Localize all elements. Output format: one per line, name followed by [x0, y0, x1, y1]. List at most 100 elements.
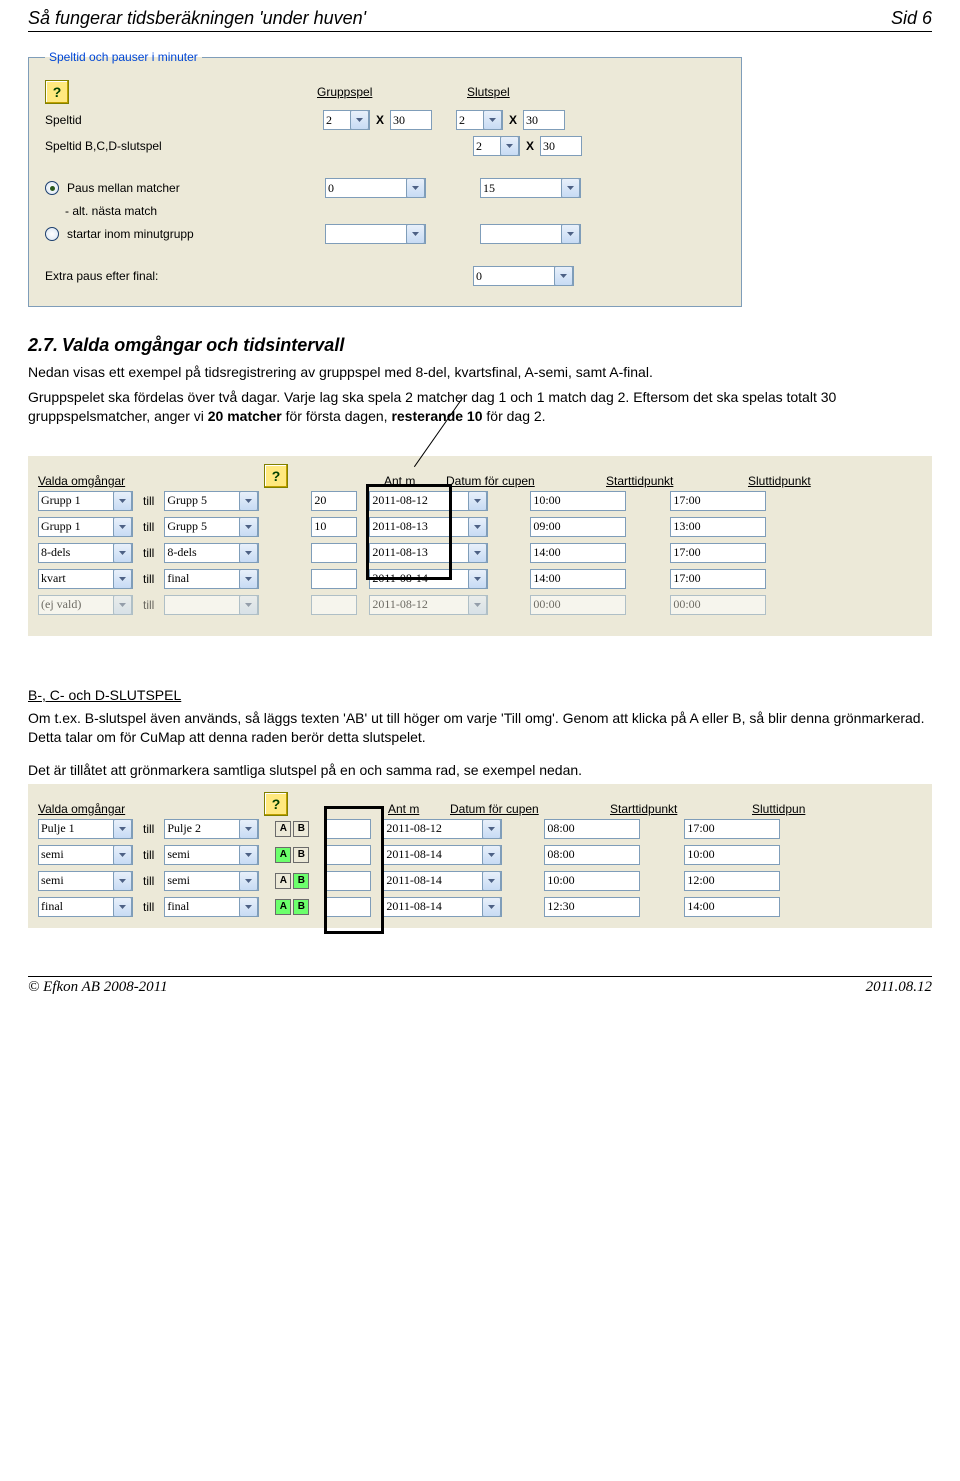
- bcd-min-input[interactable]: [540, 136, 582, 156]
- dropdown[interactable]: Pulje 1: [38, 819, 133, 839]
- slut-min-input[interactable]: [523, 110, 565, 130]
- text-input[interactable]: [325, 845, 371, 865]
- bcd-heading: B-, C- och D-SLUTSPEL: [28, 687, 181, 703]
- section-title: Valda omgångar och tidsintervall: [62, 335, 344, 355]
- bcd-p2: Det är tillåtet att grönmarkera samtliga…: [28, 762, 582, 778]
- text-input[interactable]: [684, 845, 780, 865]
- text-input[interactable]: [325, 819, 371, 839]
- text-input[interactable]: [544, 897, 640, 917]
- text-input[interactable]: [311, 491, 357, 511]
- lbl-speltid: Speltid: [45, 113, 323, 127]
- dropdown[interactable]: semi: [38, 845, 133, 865]
- dropdown[interactable]: final: [38, 897, 133, 917]
- text-input[interactable]: [311, 517, 357, 537]
- dropdown[interactable]: Grupp 5: [164, 517, 259, 537]
- dropdown[interactable]: 2011-08-12: [369, 491, 488, 511]
- text-input[interactable]: [530, 569, 626, 589]
- start-slut-dd[interactable]: [480, 224, 581, 244]
- dropdown[interactable]: [164, 595, 259, 615]
- text-input[interactable]: [530, 595, 626, 615]
- h-slut: Sluttidpunkt: [748, 474, 811, 488]
- dropdown[interactable]: kvart: [38, 569, 133, 589]
- chip-A[interactable]: A: [275, 899, 291, 915]
- table-row: semitillsemiAB2011-08-14: [38, 842, 922, 868]
- help-icon[interactable]: ?: [264, 464, 288, 488]
- dropdown[interactable]: 2011-08-13: [369, 543, 488, 563]
- text-input[interactable]: [544, 819, 640, 839]
- dropdown[interactable]: 8-dels: [38, 543, 133, 563]
- doc-title: Så fungerar tidsberäkningen 'under huven…: [28, 8, 366, 29]
- s27-p2e: för dag 2.: [483, 408, 546, 424]
- dropdown[interactable]: Pulje 2: [164, 819, 259, 839]
- paus-radio[interactable]: [45, 181, 59, 195]
- text-input[interactable]: [670, 569, 766, 589]
- dropdown[interactable]: final: [164, 897, 259, 917]
- till-label: till: [143, 572, 154, 586]
- chip-A[interactable]: A: [275, 847, 291, 863]
- chip-B[interactable]: B: [293, 847, 309, 863]
- dropdown[interactable]: 2011-08-14: [369, 569, 488, 589]
- dropdown[interactable]: Grupp 1: [38, 517, 133, 537]
- text-input[interactable]: [311, 543, 357, 563]
- times-icon: X: [509, 113, 517, 127]
- chip-A[interactable]: A: [275, 873, 291, 889]
- text-input[interactable]: [544, 871, 640, 891]
- h-datum2: Datum för cupen: [450, 802, 610, 816]
- h-valda: Valda omgångar: [38, 474, 158, 488]
- text-input[interactable]: [670, 491, 766, 511]
- chip-B[interactable]: B: [293, 899, 309, 915]
- dropdown[interactable]: semi: [38, 871, 133, 891]
- help-icon[interactable]: ?: [264, 792, 288, 816]
- table-row: Grupp 1tillGrupp 52011-08-12: [38, 488, 922, 514]
- slut-halves-dd[interactable]: 2: [456, 110, 503, 130]
- text-input[interactable]: [670, 595, 766, 615]
- text-input[interactable]: [325, 897, 371, 917]
- panel-legend: Speltid och pauser i minuter: [45, 50, 202, 64]
- paus-slut-dd[interactable]: 15: [480, 178, 581, 198]
- text-input[interactable]: [684, 871, 780, 891]
- dropdown[interactable]: 2011-08-14: [383, 871, 502, 891]
- text-input[interactable]: [670, 517, 766, 537]
- startar-radio[interactable]: [45, 227, 59, 241]
- times-icon: X: [526, 139, 534, 153]
- dropdown[interactable]: 2011-08-13: [369, 517, 488, 537]
- start-grupp-dd[interactable]: [325, 224, 426, 244]
- dropdown[interactable]: Grupp 1: [38, 491, 133, 511]
- dropdown[interactable]: 2011-08-14: [383, 897, 502, 917]
- table-row: 8-delstill8-dels2011-08-13: [38, 540, 922, 566]
- paus-grupp-dd[interactable]: 0: [325, 178, 426, 198]
- grupp-halves-dd[interactable]: 2: [323, 110, 370, 130]
- bcd-p1: Om t.ex. B-slutspel även används, så läg…: [28, 710, 925, 745]
- text-input[interactable]: [684, 819, 780, 839]
- text-input[interactable]: [530, 517, 626, 537]
- footer-left: © Efkon AB 2008-2011: [28, 979, 168, 996]
- grupp-min-input[interactable]: [390, 110, 432, 130]
- dropdown[interactable]: semi: [164, 845, 259, 865]
- dropdown[interactable]: Grupp 5: [164, 491, 259, 511]
- chip-A[interactable]: A: [275, 821, 291, 837]
- dropdown[interactable]: 2011-08-14: [383, 845, 502, 865]
- till-label: till: [143, 874, 154, 888]
- text-input[interactable]: [544, 845, 640, 865]
- text-input[interactable]: [530, 491, 626, 511]
- dropdown[interactable]: 8-dels: [164, 543, 259, 563]
- text-input[interactable]: [684, 897, 780, 917]
- text-input[interactable]: [311, 595, 357, 615]
- text-input[interactable]: [311, 569, 357, 589]
- dropdown[interactable]: (ej vald): [38, 595, 133, 615]
- dropdown[interactable]: final: [164, 569, 259, 589]
- text-input[interactable]: [670, 543, 766, 563]
- text-input[interactable]: [325, 871, 371, 891]
- s27-p2c: för första dagen,: [282, 408, 392, 424]
- dropdown[interactable]: 2011-08-12: [383, 819, 502, 839]
- chip-B[interactable]: B: [293, 821, 309, 837]
- chip-B[interactable]: B: [293, 873, 309, 889]
- dropdown[interactable]: semi: [164, 871, 259, 891]
- text-input[interactable]: [530, 543, 626, 563]
- dropdown[interactable]: 2011-08-12: [369, 595, 488, 615]
- bcd-halves-dd[interactable]: 2: [473, 136, 520, 156]
- help-icon[interactable]: ?: [45, 80, 69, 104]
- table-row: (ej vald)till2011-08-12: [38, 592, 922, 618]
- doc-page: Sid 6: [891, 8, 932, 29]
- extra-slut-dd[interactable]: 0: [473, 266, 574, 286]
